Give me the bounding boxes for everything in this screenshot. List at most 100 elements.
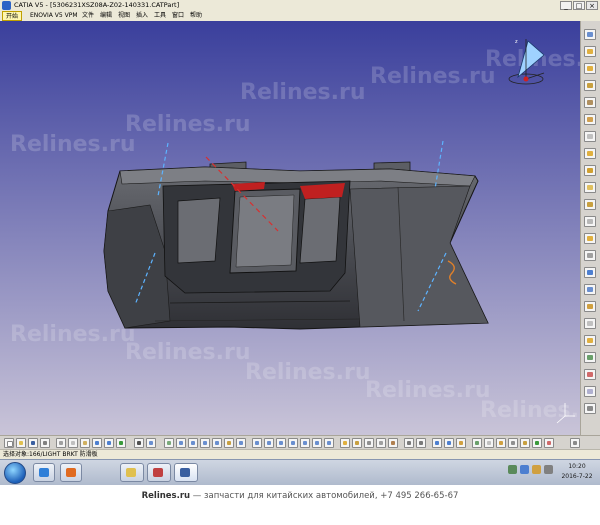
hide-show-icon[interactable] bbox=[404, 438, 414, 448]
top-view-icon[interactable] bbox=[312, 438, 322, 448]
chamfer-icon[interactable] bbox=[584, 165, 596, 176]
hidden-edges-icon[interactable] bbox=[376, 438, 386, 448]
rotate-icon[interactable] bbox=[188, 438, 198, 448]
rib-icon[interactable] bbox=[584, 114, 596, 125]
settings-task-icon[interactable] bbox=[174, 463, 198, 482]
front-view-icon[interactable] bbox=[264, 438, 274, 448]
watermark: Relines.ru bbox=[240, 80, 366, 105]
fly-mode-icon[interactable] bbox=[146, 438, 156, 448]
material-icon[interactable] bbox=[388, 438, 398, 448]
redo-icon[interactable] bbox=[104, 438, 114, 448]
iso-view-icon[interactable] bbox=[252, 438, 262, 448]
footer-brand[interactable]: Relines.ru bbox=[142, 491, 191, 501]
media-player-icon[interactable] bbox=[60, 463, 82, 482]
close-button[interactable]: × bbox=[586, 1, 598, 10]
bracket-part-model[interactable] bbox=[103, 161, 489, 330]
print-icon[interactable] bbox=[40, 438, 50, 448]
measure-item-icon[interactable] bbox=[444, 438, 454, 448]
undo-icon[interactable] bbox=[92, 438, 102, 448]
whats-this-icon[interactable] bbox=[116, 438, 126, 448]
render-icon[interactable] bbox=[508, 438, 518, 448]
window-title: CATIA V5 - [5306231XSZ08A-Z02-140331.CAT… bbox=[14, 1, 180, 9]
watermark: Relines.ru bbox=[10, 132, 136, 157]
formula-icon[interactable] bbox=[484, 438, 494, 448]
bottom-view-icon[interactable] bbox=[324, 438, 334, 448]
wireframe-icon[interactable] bbox=[364, 438, 374, 448]
scaling-icon[interactable] bbox=[584, 318, 596, 329]
add-icon[interactable] bbox=[584, 352, 596, 363]
bottom-toolbar bbox=[0, 435, 600, 449]
pad-icon[interactable] bbox=[584, 46, 596, 57]
toolbar-overflow-icon[interactable] bbox=[570, 438, 580, 448]
menu-file[interactable]: 文件 bbox=[82, 11, 94, 21]
explorer-icon[interactable] bbox=[120, 463, 144, 482]
back-view-icon[interactable] bbox=[276, 438, 286, 448]
menu-window[interactable]: 窗口 bbox=[172, 11, 184, 21]
watermark: Relines.ru bbox=[10, 322, 136, 347]
menu-insert[interactable]: 插入 bbox=[136, 11, 148, 21]
start-menu[interactable]: 开始 bbox=[2, 11, 23, 21]
watermark: Relines.ru bbox=[125, 340, 251, 365]
tray-keyboard-icon[interactable] bbox=[544, 465, 553, 474]
pattern-icon[interactable] bbox=[584, 301, 596, 312]
left-view-icon[interactable] bbox=[288, 438, 298, 448]
thick-surface-icon[interactable] bbox=[584, 250, 596, 261]
catalog-icon[interactable] bbox=[472, 438, 482, 448]
save-icon[interactable] bbox=[28, 438, 38, 448]
menu-help[interactable]: 帮助 bbox=[190, 11, 202, 21]
start-orb[interactable] bbox=[4, 462, 26, 484]
zoom-in-icon[interactable] bbox=[200, 438, 210, 448]
menu-edit[interactable]: 编辑 bbox=[100, 11, 112, 21]
windows-taskbar: 10:20 2016-7-22 bbox=[0, 459, 600, 486]
fillet-icon[interactable] bbox=[584, 148, 596, 159]
new-icon[interactable] bbox=[4, 438, 14, 448]
apply-material-icon[interactable] bbox=[520, 438, 530, 448]
thickness-icon[interactable] bbox=[584, 216, 596, 227]
knowledge-icon[interactable] bbox=[496, 438, 506, 448]
update-icon[interactable] bbox=[532, 438, 542, 448]
translate-icon[interactable] bbox=[584, 267, 596, 278]
draft-icon[interactable] bbox=[584, 182, 596, 193]
open-icon[interactable] bbox=[16, 438, 26, 448]
maximize-button[interactable]: □ bbox=[573, 1, 585, 10]
split-icon[interactable] bbox=[584, 233, 596, 244]
slot-icon[interactable] bbox=[584, 131, 596, 142]
sketch-icon[interactable] bbox=[584, 29, 596, 40]
measure-between-icon[interactable] bbox=[432, 438, 442, 448]
menu-tools[interactable]: 工具 bbox=[154, 11, 166, 21]
tray-network-icon[interactable] bbox=[508, 465, 517, 474]
measure-icon[interactable] bbox=[584, 403, 596, 414]
zoom-out-icon[interactable] bbox=[212, 438, 222, 448]
catia-task-icon[interactable] bbox=[147, 463, 171, 482]
right-view-icon[interactable] bbox=[300, 438, 310, 448]
multi-view-icon[interactable] bbox=[236, 438, 246, 448]
copy-icon[interactable] bbox=[68, 438, 78, 448]
hole-icon[interactable] bbox=[584, 97, 596, 108]
minimize-button[interactable]: _ bbox=[560, 1, 572, 10]
system-clock[interactable]: 10:20 2016-7-22 bbox=[556, 462, 598, 482]
pocket-icon[interactable] bbox=[584, 63, 596, 74]
remove-icon[interactable] bbox=[584, 369, 596, 380]
3d-viewport[interactable]: Relines.ru Relines.ru Relines.ru Relines… bbox=[0, 21, 580, 435]
select-icon[interactable] bbox=[134, 438, 144, 448]
paste-icon[interactable] bbox=[80, 438, 90, 448]
normal-view-icon[interactable] bbox=[224, 438, 234, 448]
intersect-icon[interactable] bbox=[584, 386, 596, 397]
menu-view[interactable]: 视图 bbox=[118, 11, 130, 21]
shell-icon[interactable] bbox=[584, 199, 596, 210]
shaft-icon[interactable] bbox=[584, 80, 596, 91]
swap-visible-icon[interactable] bbox=[416, 438, 426, 448]
shading-edges-icon[interactable] bbox=[352, 438, 362, 448]
menu-enovia[interactable]: ENOVIA V5 VPM bbox=[30, 11, 78, 21]
boolean-icon[interactable] bbox=[584, 335, 596, 346]
mirror-icon[interactable] bbox=[584, 284, 596, 295]
tray-flag-icon[interactable] bbox=[532, 465, 541, 474]
measure-inertia-icon[interactable] bbox=[456, 438, 466, 448]
tray-volume-icon[interactable] bbox=[520, 465, 529, 474]
shading-icon[interactable] bbox=[340, 438, 350, 448]
pan-icon[interactable] bbox=[176, 438, 186, 448]
axis-system-icon[interactable] bbox=[544, 438, 554, 448]
fit-all-icon[interactable] bbox=[164, 438, 174, 448]
cut-icon[interactable] bbox=[56, 438, 66, 448]
ie-icon[interactable] bbox=[33, 463, 55, 482]
